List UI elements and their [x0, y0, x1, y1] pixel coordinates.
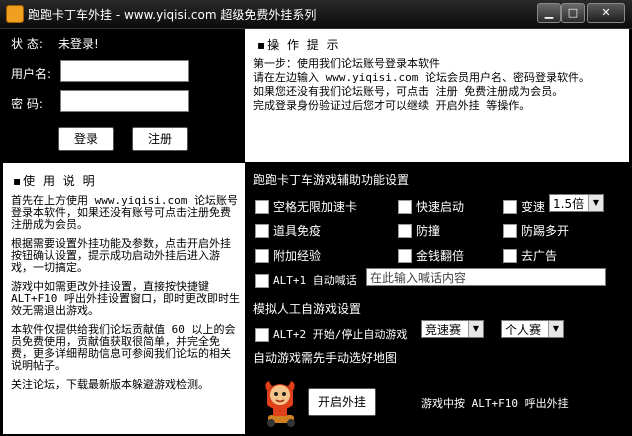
remove-ads-label: 去广告: [521, 249, 558, 263]
tips-line: 完成登录身份验证过后您才可以继续 开启外挂 等操作。: [253, 99, 531, 112]
auto-shout-label: ALT+1 自动喊话: [273, 274, 357, 287]
remove-ads-checkbox[interactable]: [503, 249, 517, 263]
team-mode-value: 个人赛: [505, 323, 542, 337]
space-boost-checkbox[interactable]: [255, 200, 269, 214]
anti-kick-label: 防踢多开: [521, 224, 570, 238]
extra-exp-checkbox[interactable]: [255, 249, 269, 263]
manual-paragraph: 本软件仅提供给我们论坛贡献值 60 以上的会员免费使用，贡献值获取很简单，并完全…: [11, 323, 236, 372]
tips-line: 如果您还没有我们论坛账号，可点击 注册 免费注册成为会员。: [253, 85, 564, 98]
speed-select-value: 1.5倍: [553, 197, 585, 211]
item-immune-label: 道具免疫: [273, 224, 322, 238]
item-immune-checkbox[interactable]: [255, 224, 269, 238]
login-button[interactable]: 登录: [58, 127, 114, 151]
minimize-button[interactable]: ▁: [537, 3, 561, 23]
race-mode-value: 竞速赛: [425, 323, 462, 337]
quick-start-checkbox[interactable]: [398, 200, 412, 214]
tips-line: 请在左边输入 www.yiqisi.com 论坛会员用户名、密码登录软件。: [253, 71, 590, 84]
tips-panel: ▪操 作 提 示 第一步：使用我们论坛账号登录本软件 请在左边输入 www.yi…: [245, 29, 629, 162]
status-value: 未登录!: [58, 37, 99, 51]
manual-header: ▪使 用 说 明: [13, 174, 97, 188]
hotkey-note: 游戏中按 ALT+F10 呼出外挂: [421, 397, 569, 410]
close-button[interactable]: ✕: [587, 3, 625, 23]
manual-paragraph: 根据需要设置外挂功能及参数，点击开启外挂按钮确认设置，提示成功启动外挂后进入游戏…: [11, 237, 231, 274]
anti-kick-checkbox[interactable]: [503, 224, 517, 238]
chevron-down-icon: ▼: [548, 321, 563, 337]
quick-start-label: 快速启动: [416, 200, 465, 214]
status-label: 状 态:: [11, 37, 43, 51]
chevron-down-icon: ▼: [588, 195, 603, 211]
anti-collision-label: 防撞: [416, 224, 441, 238]
password-input[interactable]: [60, 90, 189, 112]
shout-content-input[interactable]: 在此输入喊话内容: [366, 268, 606, 286]
settings-panel: 跑跑卡丁车游戏辅助功能设置 空格无限加速卡 快速启动 变速 1.5倍 ▼ 道具免…: [245, 163, 629, 434]
speed-label: 变速: [521, 200, 546, 214]
tips-line: 第一步：使用我们论坛账号登录本软件: [253, 57, 440, 70]
auto-game-note: 自动游戏需先手动选好地图: [253, 351, 398, 365]
double-money-checkbox[interactable]: [398, 249, 412, 263]
anti-collision-checkbox[interactable]: [398, 224, 412, 238]
manual-text: 首先在上方使用 www.yiqisi.com 论坛账号登录本软件，如果还没有账号…: [11, 195, 241, 391]
section2-title: 模拟人工自游戏设置: [253, 302, 362, 316]
register-button[interactable]: 注册: [132, 127, 188, 151]
title-bar: 跑跑卡丁车外挂 - www.yiqisi.com 超级免费外挂系列 ▁ □ ✕: [0, 0, 632, 29]
section1-title: 跑跑卡丁车游戏辅助功能设置: [253, 173, 410, 187]
password-label: 密 码:: [11, 97, 43, 111]
space-boost-label: 空格无限加速卡: [273, 200, 358, 214]
manual-paragraph: 关注论坛，下载最新版本躲避游戏检测。: [11, 378, 209, 391]
extra-exp-label: 附加经验: [273, 249, 322, 263]
tips-text: 第一步：使用我们论坛账号登录本软件 请在左边输入 www.yiqisi.com …: [253, 57, 625, 113]
speed-select[interactable]: 1.5倍 ▼: [549, 194, 604, 212]
auto-game-label: ALT+2 开始/停止自动游戏: [273, 328, 408, 341]
team-mode-select[interactable]: 个人赛 ▼: [501, 320, 564, 338]
manual-panel: ▪使 用 说 明 首先在上方使用 www.yiqisi.com 论坛账号登录本软…: [3, 163, 245, 434]
username-input[interactable]: [60, 60, 189, 82]
app-icon: [6, 5, 24, 23]
username-label: 用户名:: [11, 67, 52, 81]
app-window: 跑跑卡丁车外挂 - www.yiqisi.com 超级免费外挂系列 ▁ □ ✕ …: [0, 0, 632, 436]
auto-game-checkbox[interactable]: [255, 328, 269, 342]
race-mode-select[interactable]: 竞速赛 ▼: [421, 320, 484, 338]
speed-checkbox[interactable]: [503, 200, 517, 214]
mascot-icon: [259, 375, 301, 427]
double-money-label: 金钱翻倍: [416, 249, 465, 263]
tips-header: ▪操 作 提 示: [257, 38, 341, 52]
chevron-down-icon: ▼: [468, 321, 483, 337]
auto-shout-checkbox[interactable]: [255, 274, 269, 288]
manual-paragraph: 游戏中如需更改外挂设置，直接按快捷键 ALT+F10 呼出外挂设置窗口，即时更改…: [11, 280, 240, 317]
maximize-button[interactable]: □: [561, 3, 585, 23]
window-title: 跑跑卡丁车外挂 - www.yiqisi.com 超级免费外挂系列: [28, 8, 317, 22]
start-cheat-button[interactable]: 开启外挂: [308, 388, 376, 416]
login-panel: 状 态: 未登录! 用户名: 密 码: 登录 注册: [3, 29, 245, 162]
manual-paragraph: 首先在上方使用 www.yiqisi.com 论坛账号登录本软件，如果还没有账号…: [11, 194, 238, 231]
